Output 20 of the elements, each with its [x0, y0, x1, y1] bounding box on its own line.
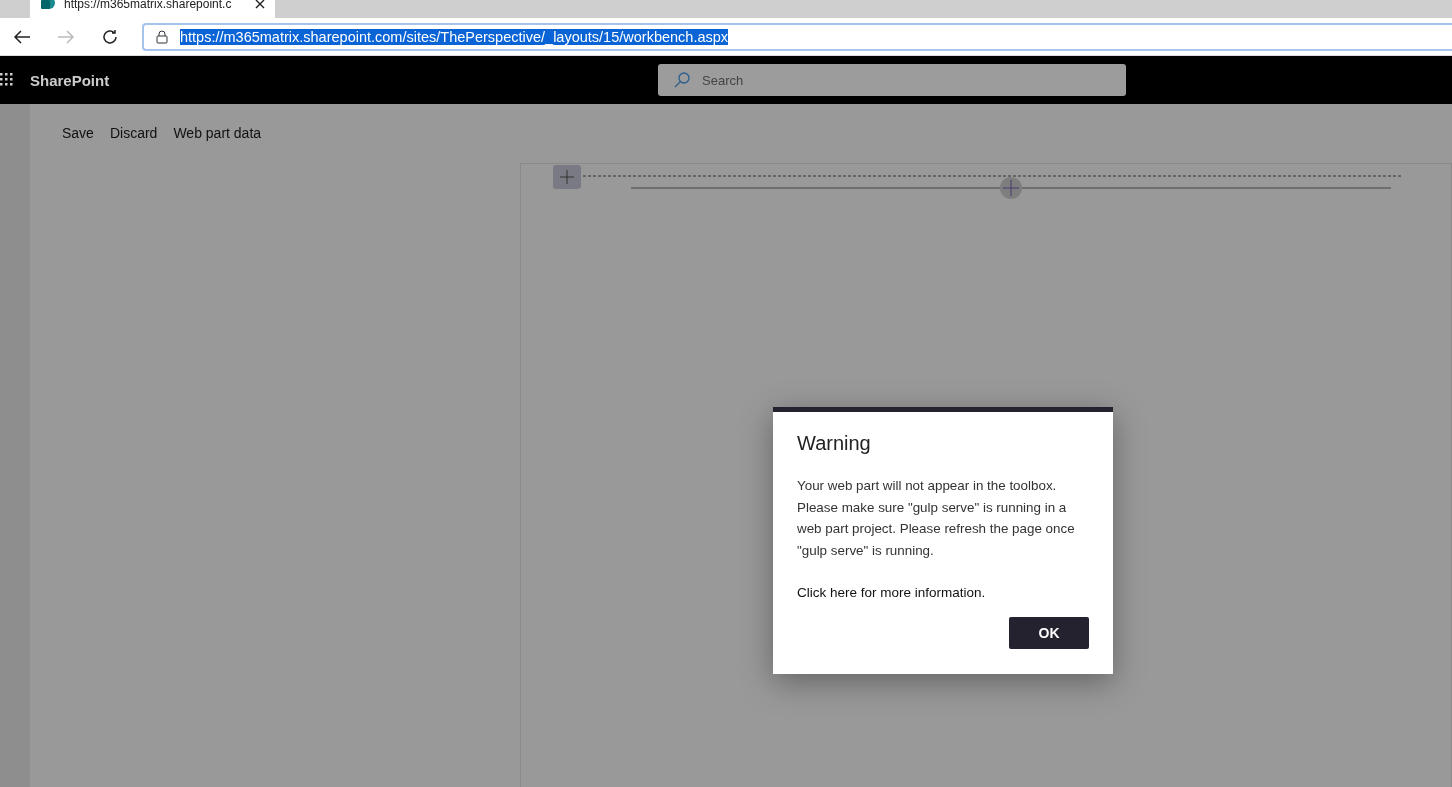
command-button[interactable]: Discard — [109, 118, 158, 148]
dialog-message: Your web part will not appear in the toolbox. Please make sure "gulp serve" is running in a web part project. Please refresh the page once "gulp serve" is running. — [797, 477, 1076, 560]
back-arrow-icon[interactable] — [13, 28, 31, 45]
command-button[interactable]: Save — [62, 118, 94, 148]
tab-title: https://m365matrix.sharepoint.c — [64, 0, 233, 11]
lock-icon — [156, 29, 168, 44]
ok-button[interactable]: OK — [1009, 617, 1089, 649]
dialog-title: Warning — [797, 432, 872, 455]
url-text: https://m365matrix.sharepoint.com/sites/ThePerspective/_layouts/15/workbench.aspx — [180, 28, 729, 45]
search-field[interactable]: Search — [658, 64, 1126, 96]
command-button[interactable]: Web part data — [173, 118, 262, 148]
browser-tab[interactable]: https://m365matrix.sharepoint.c — [30, 0, 275, 18]
close-icon[interactable] — [255, 0, 265, 9]
sharepoint-icon — [40, 0, 56, 12]
more-info-link[interactable]: Click here for more information. — [797, 585, 986, 600]
refresh-icon[interactable] — [101, 27, 119, 46]
app-launcher-icon[interactable] — [0, 73, 14, 87]
search-icon — [674, 72, 690, 88]
address-bar[interactable]: https://m365matrix.sharepoint.com/sites/ThePerspective/_layouts/15/workbench.aspx — [142, 22, 1452, 51]
app-title: SharePoint — [30, 71, 110, 89]
